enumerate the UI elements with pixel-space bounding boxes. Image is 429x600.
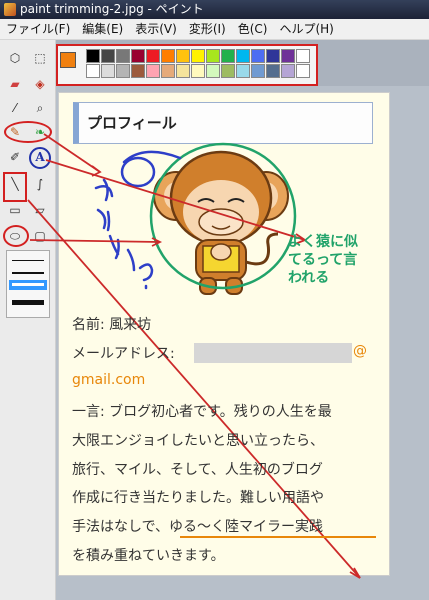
email-at: @ [353,343,367,359]
annotation-line-1: よく猿に似 [288,234,358,250]
annotation-line-2: てるって言 [288,252,358,268]
bio-line-4: 作成に行き当たりました。難しい用語や [72,490,324,506]
bio-line-1: 一言: ブログ初心者です。残りの人生を最 [72,404,332,420]
annotation-text: よく猿に似 てるって言 われる [288,233,358,287]
blue-doodle [94,150,182,290]
illustration [27,133,361,579]
bio-line-2: 大限エンジョイしたいと思い立ったら、 [72,433,324,449]
email-redacted [194,343,352,363]
orange-underline [180,536,376,538]
bio-line-5a: 手法はなしで、 [72,519,170,535]
email-label: メールアドレス: [72,346,175,362]
name-line: 名前: 風来坊 [72,317,152,333]
email-domain: gmail.com [72,372,146,388]
bio-line-3: 旅行、マイル、そして、人生初のブログ [72,462,323,478]
bio-line-5: 手法はなしで、ゆる〜く陸マイラー実践 [72,516,323,536]
annotation-line-3: われる [288,270,330,286]
bio-link: ゆる〜く陸マイラー実践 [169,519,324,535]
bio-line-6: を積み重ねていきます。 [72,548,225,564]
